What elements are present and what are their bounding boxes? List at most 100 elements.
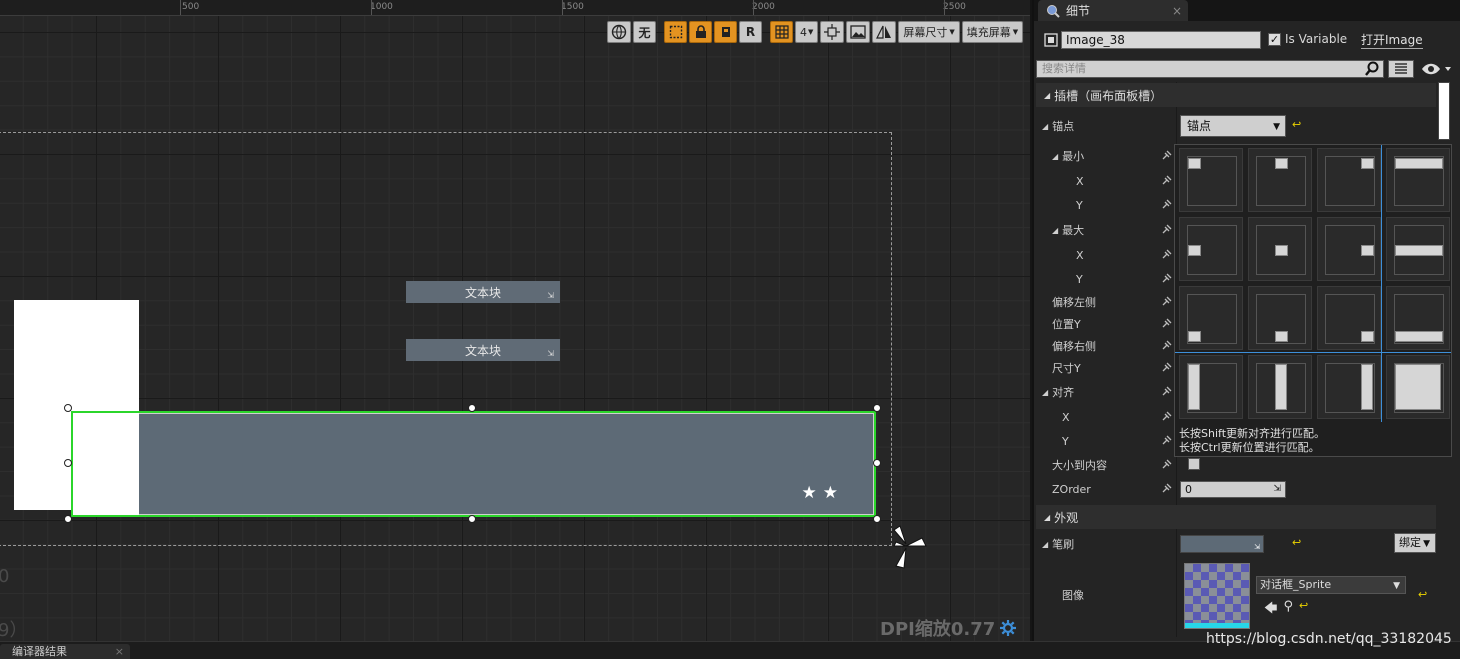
localization-none-button[interactable]: 无 [633,21,656,43]
prop-image[interactable]: 图像 [1038,584,1174,606]
prop-zorder[interactable]: ZOrder [1038,478,1174,500]
anchor-preset-cell[interactable] [1248,286,1312,350]
resize-handle-tr[interactable] [873,404,881,412]
fill-screen-dropdown[interactable]: 填充屏幕 ▼ [961,21,1024,43]
gear-icon[interactable] [998,618,1018,638]
anchor-preset-cell[interactable] [1179,286,1243,350]
use-selected-arrow-icon[interactable]: 🡄 [1264,599,1277,621]
pin-icon[interactable] [1162,435,1172,445]
pin-icon[interactable] [1162,224,1172,234]
outline-toggle-button[interactable] [664,21,687,43]
open-image-link[interactable]: 打开Image [1361,31,1423,49]
pin-icon[interactable] [1162,483,1172,493]
close-icon[interactable]: × [115,644,124,659]
pin-icon[interactable] [1162,340,1172,350]
pin-icon[interactable] [1162,362,1172,372]
resize-handle-b[interactable] [468,515,476,523]
anchor-preset-cell[interactable] [1386,286,1450,350]
prop-offset-right[interactable]: 偏移右侧 [1038,335,1174,357]
anchor-dropdown[interactable]: 锚点 ▼ [1180,115,1286,137]
pin-icon[interactable] [1162,175,1172,185]
prop-anchor[interactable]: ◢ 锚点 [1038,115,1174,137]
search-input[interactable]: 搜索详情 [1036,60,1384,78]
prop-min-y[interactable]: Y [1038,194,1174,216]
prop-align-x[interactable]: X [1038,406,1174,428]
grid-snap-button[interactable] [770,21,793,43]
anchor-preset-cell[interactable] [1386,217,1450,281]
pin-icon[interactable] [1162,199,1172,209]
anchor-preset-cell[interactable] [1317,286,1381,350]
zoom-to-fit-button[interactable] [820,21,845,43]
section-appearance-header[interactable]: ◢ 外观 [1036,505,1436,529]
size-to-content-checkbox[interactable] [1188,458,1200,470]
close-icon[interactable]: × [1172,4,1182,18]
anchor-preset-cell[interactable] [1317,148,1381,212]
resize-handle-l[interactable] [64,459,72,467]
prop-position-y[interactable]: 位置Y [1038,313,1174,335]
bind-dropdown[interactable]: 绑定 ▼ [1394,533,1436,553]
sprite-asset-dropdown[interactable]: 对话框_Sprite ▼ [1256,576,1406,594]
anchor-preset-cell[interactable] [1317,217,1381,281]
anchor-preset-cell[interactable] [1386,148,1450,212]
resize-handle-bl[interactable] [64,515,72,523]
anchor-preset-cell[interactable] [1386,355,1450,419]
prop-offset-left[interactable]: 偏移左侧 [1038,291,1174,313]
scrollbar-thumb[interactable] [1438,82,1450,140]
reset-arrow-icon[interactable]: ↩ [1418,588,1427,601]
globe-button[interactable] [607,21,631,43]
pin-icon[interactable] [1162,249,1172,259]
compiler-results-tab[interactable]: 编译器结果 × [0,644,130,659]
prop-alignment[interactable]: ◢ 对齐 [1038,381,1174,403]
pin-icon[interactable] [1162,150,1172,160]
pin-icon[interactable] [1162,296,1172,306]
resize-handle-br[interactable] [873,515,881,523]
anchor-preset-cell[interactable] [1248,355,1312,419]
prop-brush[interactable]: ◢ 笔刷 [1038,533,1174,555]
search-icon[interactable] [1364,61,1380,77]
prop-size-y[interactable]: 尺寸Y [1038,357,1174,379]
pin-icon[interactable] [1162,273,1172,283]
prop-max-y[interactable]: Y [1038,268,1174,290]
resize-handle-r[interactable] [873,459,881,467]
pin-icon[interactable] [1162,459,1172,469]
anchor-preset-cell[interactable] [1248,217,1312,281]
browse-search-icon[interactable]: ⚲ [1283,599,1293,621]
eye-icon[interactable] [1420,62,1454,76]
r-mode-button[interactable]: R [739,21,762,43]
anchor-preset-cell[interactable] [1179,217,1243,281]
prop-max-x[interactable]: X [1038,244,1174,266]
anchor-preset-cell[interactable] [1179,148,1243,212]
widget-name-input[interactable]: Image_38 [1061,31,1261,49]
text-block-widget[interactable]: 文本块 ⇲ [406,281,560,303]
anchor-preset-cell[interactable] [1179,355,1243,419]
flip-direction-button[interactable] [872,21,897,43]
property-matrix-button[interactable] [1388,60,1414,78]
reset-arrow-icon[interactable]: ↩ [1299,599,1308,621]
prop-size-to-content[interactable]: 大小到内容 [1038,454,1174,476]
brush-color-preview[interactable]: ⇲ [1180,535,1264,553]
background-toggle-button[interactable] [846,21,871,43]
designer-canvas[interactable]: 500 1000 1500 2000 2500 无 R 4 ▼ 屏幕尺寸 ▼ 填… [0,0,1030,641]
prop-align-y[interactable]: Y [1038,430,1174,452]
is-variable-checkbox[interactable]: ✓ Is Variable [1268,32,1347,46]
grid-size-dropdown[interactable]: 4 ▼ [795,21,819,43]
lock-button[interactable] [689,21,712,43]
respect-locks-button[interactable] [714,21,737,43]
resize-handle-t[interactable] [468,404,476,412]
pin-icon[interactable] [1162,411,1172,421]
selected-image-widget[interactable]: ★★ [71,411,876,517]
sprite-thumbnail[interactable] [1184,563,1250,629]
anchor-preset-cell[interactable] [1317,355,1381,419]
zorder-input[interactable]: 0 ⇲ [1180,481,1286,498]
section-slot-header[interactable]: ◢ 插槽（画布面板槽） [1036,83,1436,107]
resize-handle-tl[interactable] [64,404,72,412]
pin-icon[interactable] [1162,386,1172,396]
text-block-widget[interactable]: 文本块 ⇲ [406,339,560,361]
anchor-flower-icon[interactable] [892,522,928,570]
reset-arrow-icon[interactable]: ↩ [1292,118,1301,131]
reset-arrow-icon[interactable]: ↩ [1292,536,1301,549]
details-tab[interactable]: 细节 × [1038,0,1188,21]
pin-icon[interactable] [1162,318,1172,328]
screen-size-dropdown[interactable]: 屏幕尺寸 ▼ [898,21,960,43]
prop-min-x[interactable]: X [1038,170,1174,192]
